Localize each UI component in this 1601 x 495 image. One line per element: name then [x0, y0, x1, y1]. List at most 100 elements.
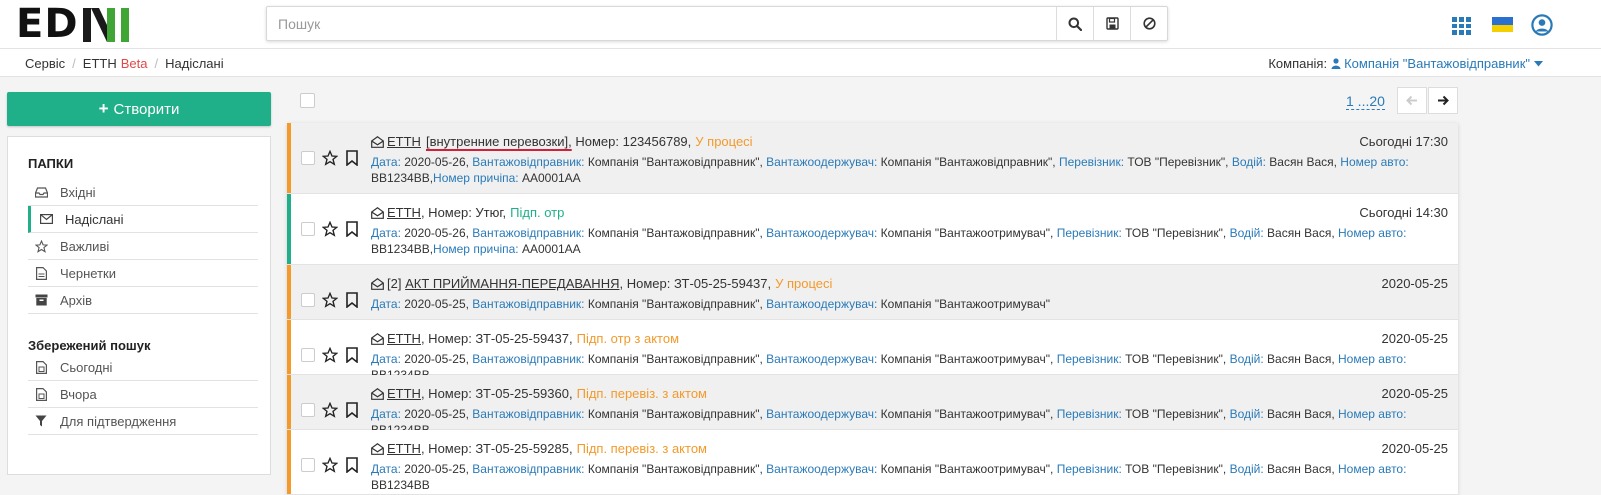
- field-value-carrier: ТОВ "Перевізник",: [1121, 352, 1230, 366]
- prev-page-button[interactable]: [1397, 87, 1427, 114]
- row-checkbox[interactable]: [301, 151, 315, 165]
- document-type-link[interactable]: ЕТТН: [387, 386, 421, 401]
- clear-search-button[interactable]: [1130, 7, 1167, 40]
- next-page-button[interactable]: [1428, 87, 1458, 114]
- document-number: , Номер: ЗТ-05-25-59360,: [420, 386, 573, 401]
- breadcrumb-ettn-label: ЕТТН: [82, 56, 117, 71]
- bookmark-icon[interactable]: [345, 221, 359, 237]
- arrow-left-icon: [1406, 95, 1417, 106]
- document-status: Підп. перевіз. з актом: [576, 386, 707, 401]
- field-label-date: Дата:: [371, 297, 401, 311]
- sidebar-item-to-confirm[interactable]: Для підтвердження: [28, 408, 258, 435]
- document-type-link[interactable]: ЕТТН: [387, 441, 421, 456]
- company-dropdown[interactable]: Компанія "Вантажовідправник": [1331, 56, 1543, 71]
- field-value-driver: Васян Вася,: [1263, 407, 1339, 421]
- document-row[interactable]: [2] АКТ ПРИЙМАННЯ-ПЕРЕДАВАННЯ , Номер: З…: [287, 265, 1458, 320]
- field-label-car: Номер авто:: [1338, 352, 1407, 366]
- breadcrumb-service[interactable]: Сервіс: [25, 56, 65, 71]
- document-number: , Номер: Утюг,: [420, 205, 507, 220]
- row-checkbox[interactable]: [301, 222, 315, 236]
- row-checkbox[interactable]: [301, 348, 315, 362]
- search-bar: [266, 6, 1168, 41]
- bookmark-icon[interactable]: [345, 402, 359, 418]
- apps-icon[interactable]: [1452, 17, 1471, 35]
- sidebar-item-today[interactable]: Сьогодні: [28, 354, 258, 381]
- breadcrumb-current: Надіслані: [165, 56, 224, 71]
- beta-badge: Beta: [120, 56, 148, 71]
- bookmark-icon[interactable]: [345, 347, 359, 363]
- field-label-sender: Вантажовідправник:: [472, 407, 585, 421]
- document-status: Підп. перевіз. з актом: [576, 441, 707, 456]
- star-icon[interactable]: [322, 221, 338, 237]
- pagination-range[interactable]: 1 ...20: [1346, 93, 1385, 110]
- document-type-link[interactable]: ЕТТН: [387, 331, 421, 346]
- sidebar-item-label: Важливі: [60, 238, 110, 254]
- document-row[interactable]: ЕТТН , Номер: ЗТ-05-25-59360, Підп. пере…: [287, 375, 1458, 437]
- field-label-trailer: Номер причіпа:: [433, 242, 519, 256]
- document-list: ЕТТН [внутренние перевозки], Номер: 1234…: [287, 123, 1458, 495]
- field-value-date: 2020-05-26,: [400, 226, 473, 240]
- document-title-line: ЕТТН [внутренние перевозки], Номер: 1234…: [371, 134, 753, 149]
- sidebar-item-important[interactable]: Важливі: [28, 233, 258, 260]
- document-number: Номер: 123456789,: [571, 134, 692, 149]
- document-row[interactable]: ЕТТН , Номер: ЗТ-05-25-59437, Підп. отр …: [287, 320, 1458, 382]
- bookmark-icon[interactable]: [345, 292, 359, 308]
- field-label-carrier: Перевізник:: [1056, 352, 1122, 366]
- breadcrumb-separator: /: [154, 56, 159, 71]
- document-type-link[interactable]: ЕТТН: [387, 205, 421, 220]
- sidebar-item-sent[interactable]: Надіслані: [28, 206, 258, 233]
- create-button[interactable]: + Створити: [7, 92, 271, 126]
- star-icon[interactable]: [322, 292, 338, 308]
- field-label-date: Дата:: [371, 226, 401, 240]
- save-search-button[interactable]: [1093, 7, 1130, 40]
- star-icon[interactable]: [322, 402, 338, 418]
- field-label-date: Дата:: [371, 155, 401, 169]
- envelope-open-icon: [371, 206, 384, 219]
- sidebar-item-inbox[interactable]: Вхідні: [28, 179, 258, 206]
- document-status: У процесі: [775, 276, 833, 291]
- field-value-date: 2020-05-25,: [400, 407, 473, 421]
- document-type-link[interactable]: АКТ ПРИЙМАННЯ-ПЕРЕДАВАННЯ: [405, 276, 619, 291]
- draft-icon: [34, 266, 48, 280]
- bookmark-icon[interactable]: [345, 150, 359, 166]
- document-status: Підп. отр: [510, 205, 565, 220]
- field-label-driver: Водій:: [1229, 352, 1264, 366]
- search-button[interactable]: [1056, 7, 1093, 40]
- company-label: Компанія:: [1268, 56, 1328, 71]
- field-value-driver: Васян Вася,: [1263, 352, 1339, 366]
- row-checkbox[interactable]: [301, 403, 315, 417]
- document-row[interactable]: ЕТТН , Номер: ЗТ-05-25-59285, Підп. пере…: [287, 430, 1458, 495]
- saved-search-heading: Збережений пошук: [28, 338, 151, 353]
- user-icon[interactable]: [1531, 14, 1553, 36]
- field-label-date: Дата:: [371, 407, 401, 421]
- search-input[interactable]: [267, 7, 1056, 40]
- document-title-line: ЕТТН , Номер: ЗТ-05-25-59285, Підп. пере…: [371, 441, 707, 456]
- sidebar-item-drafts[interactable]: Чернетки: [28, 260, 258, 287]
- sidebar-item-archive[interactable]: Архів: [28, 287, 258, 314]
- star-icon[interactable]: [322, 457, 338, 473]
- star-icon[interactable]: [322, 347, 338, 363]
- star-icon[interactable]: [322, 150, 338, 166]
- field-label-date: Дата:: [371, 462, 401, 476]
- ukraine-flag-icon[interactable]: [1492, 17, 1513, 32]
- sidebar-item-yesterday[interactable]: Вчора: [28, 381, 258, 408]
- sidebar-item-label: Сьогодні: [60, 359, 113, 375]
- field-label-trailer: Номер причіпа:: [433, 171, 519, 185]
- field-label-receiver: Вантажоодержувач:: [766, 407, 878, 421]
- field-value-trailer: АА0001АА: [518, 242, 581, 256]
- document-number: , Номер: ЗТ-05-25-59285,: [420, 441, 573, 456]
- breadcrumb-ettn[interactable]: ЕТТН Beta: [83, 56, 148, 71]
- row-checkbox[interactable]: [301, 293, 315, 307]
- field-value-receiver: Компанія "Вантажоотримувач",: [877, 352, 1057, 366]
- field-value-trailer: АА0001АА: [518, 171, 581, 185]
- document-row[interactable]: ЕТТН [внутренние перевозки], Номер: 1234…: [287, 123, 1458, 194]
- document-type-link[interactable]: ЕТТН: [387, 134, 421, 149]
- field-label-sender: Вантажовідправник:: [472, 462, 585, 476]
- edin-logo[interactable]: ED: [16, 4, 131, 44]
- bookmark-icon[interactable]: [345, 457, 359, 473]
- select-all-checkbox[interactable]: [300, 93, 315, 108]
- field-label-carrier: Перевізник:: [1056, 226, 1122, 240]
- row-checkbox[interactable]: [301, 458, 315, 472]
- document-title-line: ЕТТН , Номер: Утюг, Підп. отр: [371, 205, 564, 220]
- document-row[interactable]: ЕТТН , Номер: Утюг, Підп. отр Сьогодні 1…: [287, 194, 1458, 265]
